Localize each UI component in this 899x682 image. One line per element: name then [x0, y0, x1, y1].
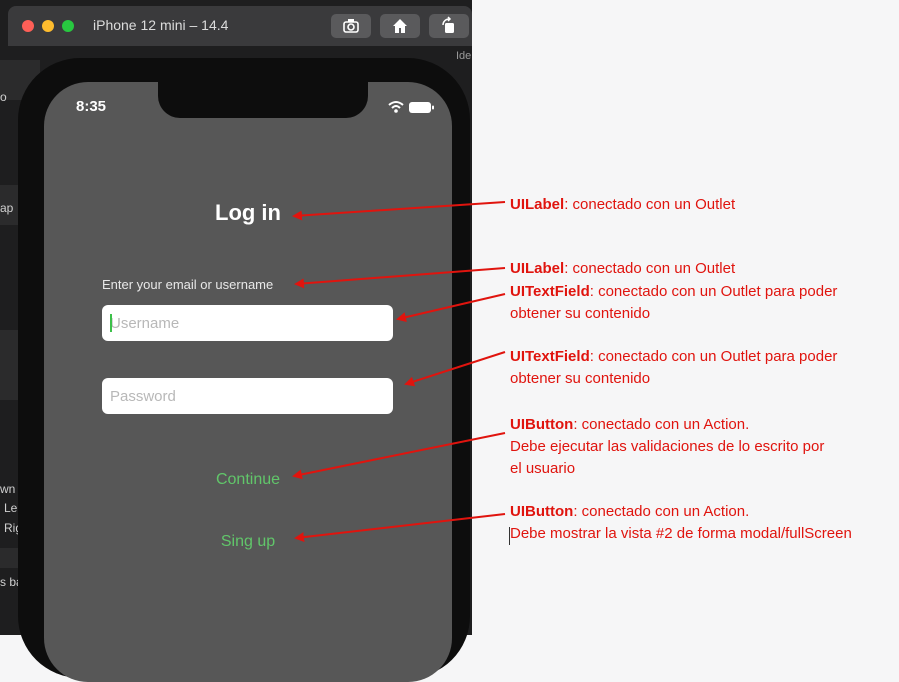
annotation-text: : conectado con un Action. — [573, 416, 750, 433]
annotation-prompt: UILabel: conectado con un Outlet — [510, 258, 735, 280]
annotation-kind: UIButton — [510, 416, 574, 433]
arrow-to-prompt — [294, 267, 506, 289]
annotation-kind: UITextField — [510, 348, 590, 365]
annotation-title: UILabel: conectado con un Outlet — [510, 194, 735, 216]
arrow-to-signup — [294, 513, 506, 543]
annotation-text: Debe ejecutar las validaciones de lo esc… — [510, 438, 825, 455]
annotation-kind: UILabel — [510, 196, 565, 213]
text-cursor — [509, 527, 510, 545]
annotation-text: Debe mostrar la vista #2 de forma modal/… — [510, 525, 852, 542]
annotation-password: UITextField: conectado con un Outlet par… — [510, 346, 837, 390]
annotation-text: : conectado con un Action. — [573, 503, 750, 520]
annotation-kind: UITextField — [510, 283, 590, 300]
arrow-to-title — [292, 201, 506, 221]
annotation-continue: UIButton: conectado con un Action. Debe … — [510, 414, 824, 480]
annotation-username: UITextField: conectado con un Outlet par… — [510, 281, 837, 325]
arrow-to-continue — [292, 432, 506, 480]
arrow-to-password — [404, 351, 506, 387]
annotation-text: : conectado con un Outlet para poder — [589, 283, 838, 300]
annotation-text: obtener su contenido — [510, 370, 651, 387]
annotation-text: : conectado con un Outlet para poder — [589, 348, 838, 365]
annotation-kind: UIButton — [510, 503, 574, 520]
annotation-signup: UIButton: conectado con un Action. Debe … — [510, 501, 852, 545]
annotation-text: : conectado con un Outlet — [564, 260, 736, 277]
annotation-text: : conectado con un Outlet — [564, 196, 736, 213]
annotation-kind: UILabel — [510, 260, 565, 277]
arrow-to-username — [396, 293, 506, 323]
annotation-text: el usuario — [510, 460, 576, 477]
annotation-text: obtener su contenido — [510, 305, 651, 322]
